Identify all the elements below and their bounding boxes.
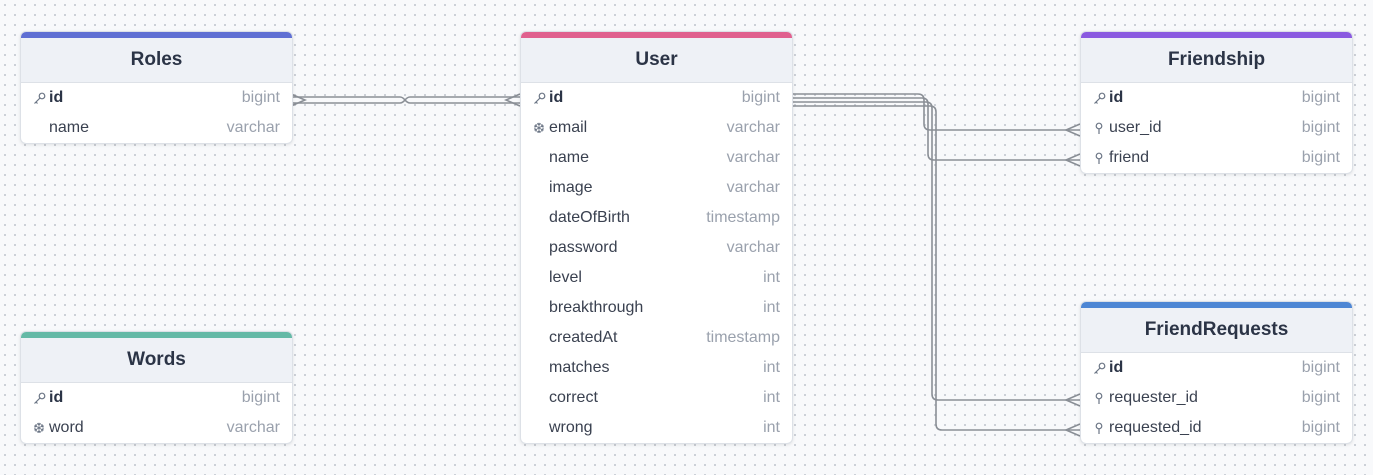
field-row-id[interactable]: id bigint (21, 83, 292, 113)
unique-icon: ❆ (533, 119, 545, 136)
field-name: correct (549, 389, 598, 406)
field-name: id (1109, 359, 1124, 376)
field-name: id (49, 389, 64, 406)
key-icon (31, 92, 47, 105)
field-name: createdAt (549, 329, 618, 346)
key-icon (1091, 362, 1107, 375)
field-type: bigint (1301, 389, 1340, 406)
field-row-word[interactable]: ❆ word varchar (21, 413, 292, 443)
field-type: int (763, 419, 780, 436)
relation-line-user-friendrequests-requester (791, 101, 1080, 401)
field-row-id[interactable]: id bigint (21, 383, 292, 413)
field-row-id[interactable]: id bigint (1081, 353, 1352, 383)
table-title: Friendship (1081, 38, 1352, 83)
field-type: varchar (726, 119, 780, 136)
field-type: bigint (1301, 119, 1340, 136)
key-icon (1091, 92, 1107, 105)
field-type: bigint (1301, 149, 1340, 166)
crowfoot-many-end (1063, 423, 1081, 437)
field-type: varchar (226, 119, 280, 136)
field-type: varchar (726, 179, 780, 196)
field-type: varchar (726, 239, 780, 256)
field-row-wrong[interactable]: wrong int (521, 413, 792, 443)
field-type: bigint (741, 89, 780, 106)
field-name: dateOfBirth (549, 209, 630, 226)
field-type: timestamp (706, 209, 780, 226)
table-friendship[interactable]: Friendship id bigint user_id bigint friend big… (1080, 31, 1353, 174)
field-name: wrong (549, 419, 593, 436)
field-row-requested-id[interactable]: requested_id bigint (1081, 413, 1352, 443)
field-name: name (549, 149, 590, 166)
field-row-breakthrough[interactable]: breakthrough int (521, 293, 792, 323)
field-type: bigint (1301, 89, 1340, 106)
field-row-name[interactable]: name varchar (21, 113, 292, 143)
field-name: friend (1109, 149, 1150, 166)
table-words[interactable]: Words id bigint ❆ word varchar (20, 331, 293, 444)
field-type: int (763, 359, 780, 376)
crowfoot-user-end (503, 93, 521, 107)
field-name: name (49, 119, 90, 136)
crowfoot-roles-end (290, 93, 308, 107)
relation-line-user-friendship-friend (791, 97, 1080, 161)
field-type: int (763, 269, 780, 286)
field-row-name[interactable]: name varchar (521, 143, 792, 173)
field-row-user-id[interactable]: user_id bigint (1081, 113, 1352, 143)
table-title: User (521, 38, 792, 83)
field-row-id[interactable]: id bigint (521, 83, 792, 113)
field-name: breakthrough (549, 299, 644, 316)
field-name: requested_id (1109, 419, 1202, 436)
table-friendrequests[interactable]: FriendRequests id bigint requester_id bigint… (1080, 301, 1353, 444)
field-type: varchar (726, 149, 780, 166)
field-name: id (49, 89, 64, 106)
field-row-level[interactable]: level int (521, 263, 792, 293)
field-row-password[interactable]: password varchar (521, 233, 792, 263)
field-type: timestamp (706, 329, 780, 346)
foreign-key-icon (1091, 392, 1107, 405)
field-name: matches (549, 359, 610, 376)
field-row-friend[interactable]: friend bigint (1081, 143, 1352, 173)
field-row-requester-id[interactable]: requester_id bigint (1081, 383, 1352, 413)
table-title: Roles (21, 38, 292, 83)
relation-line-user-friendship-user-id (791, 93, 1080, 131)
crowfoot-many-end (1063, 393, 1081, 407)
relation-line-roles-user (291, 96, 520, 104)
unique-icon: ❆ (33, 419, 45, 436)
table-roles[interactable]: Roles id bigint name varchar (20, 31, 293, 144)
field-name: requester_id (1109, 389, 1198, 406)
crowfoot-many-end (1063, 153, 1081, 167)
field-row-email[interactable]: ❆ email varchar (521, 113, 792, 143)
foreign-key-icon (1091, 152, 1107, 165)
field-name: user_id (1109, 119, 1162, 136)
foreign-key-icon (1091, 422, 1107, 435)
key-icon (31, 392, 47, 405)
field-type: bigint (1301, 419, 1340, 436)
field-type: varchar (226, 419, 280, 436)
crowfoot-many-end (1063, 123, 1081, 137)
field-name: id (549, 89, 564, 106)
field-name: id (1109, 89, 1124, 106)
table-title: FriendRequests (1081, 308, 1352, 353)
field-row-id[interactable]: id bigint (1081, 83, 1352, 113)
field-row-matches[interactable]: matches int (521, 353, 792, 383)
field-name: level (549, 269, 582, 286)
foreign-key-icon (1091, 122, 1107, 135)
field-name: word (49, 419, 84, 436)
relation-line-roles-user (291, 96, 520, 104)
table-title: Words (21, 338, 292, 383)
field-type: bigint (1301, 359, 1340, 376)
field-type: bigint (241, 89, 280, 106)
field-row-correct[interactable]: correct int (521, 383, 792, 413)
field-row-dateofbirth[interactable]: dateOfBirth timestamp (521, 203, 792, 233)
field-type: int (763, 389, 780, 406)
field-row-createdat[interactable]: createdAt timestamp (521, 323, 792, 353)
field-name: email (549, 119, 588, 136)
key-icon (531, 92, 547, 105)
field-name: image (549, 179, 593, 196)
field-type: bigint (241, 389, 280, 406)
field-name: password (549, 239, 618, 256)
table-user[interactable]: User id bigint ❆ email varchar name varchar imag… (520, 31, 793, 444)
field-row-image[interactable]: image varchar (521, 173, 792, 203)
field-type: int (763, 299, 780, 316)
relation-line-user-friendrequests-requested (791, 105, 1080, 431)
